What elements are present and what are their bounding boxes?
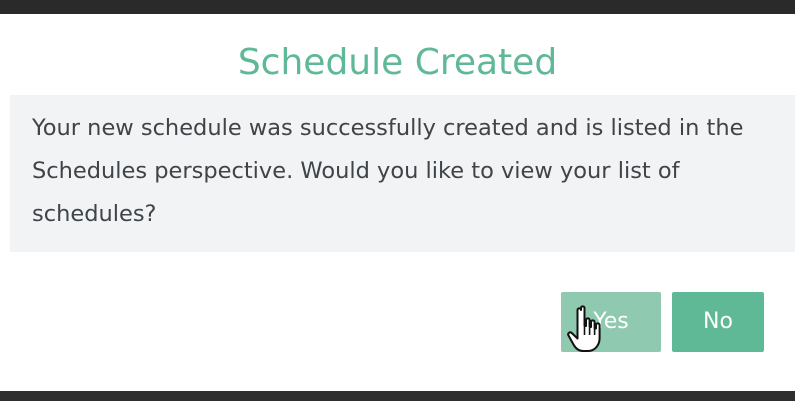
schedule-created-dialog: Schedule Created Your new schedule was s… [0,0,795,401]
dialog-message: Your new schedule was successfully creat… [32,115,744,227]
dialog-title: Schedule Created [237,42,558,83]
dialog-bottom-border [0,391,795,401]
no-button[interactable]: No [672,292,764,352]
hand-pointer-icon [567,305,601,352]
dialog-top-border [0,0,795,14]
message-panel: Your new schedule was successfully creat… [10,95,795,252]
